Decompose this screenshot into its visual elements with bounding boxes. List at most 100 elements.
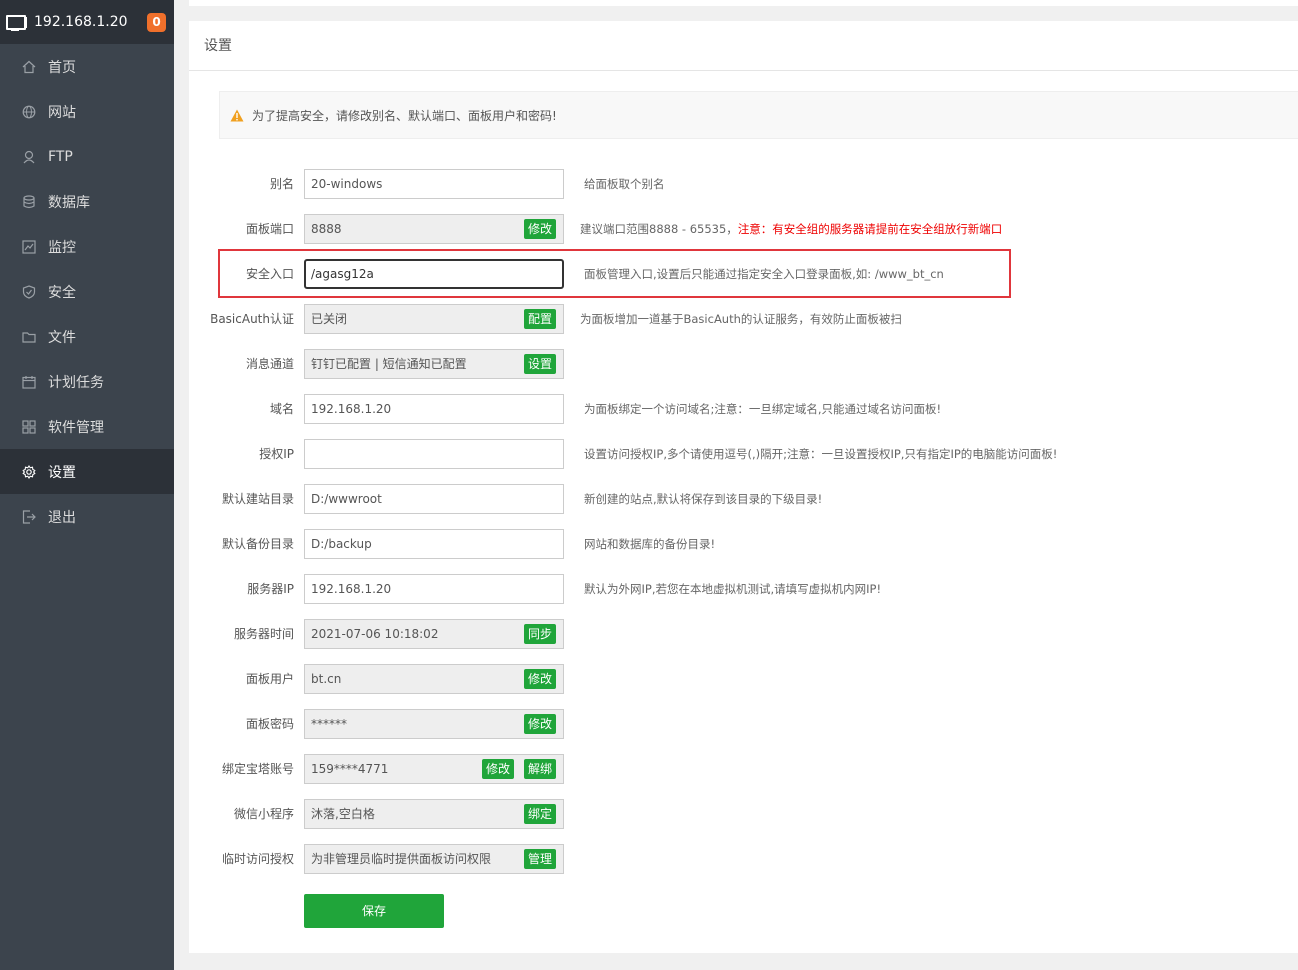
- sidebar-item-label: 监控: [48, 239, 76, 256]
- sidebar-item-label: 退出: [48, 509, 76, 526]
- server-ip: 192.168.1.20: [34, 14, 128, 30]
- sidebar-item-monitor[interactable]: 监控: [0, 224, 174, 269]
- field-label: 面板端口: [245, 222, 294, 236]
- server-ip-input[interactable]: 192.168.1.20: [304, 574, 564, 604]
- settings-card: 设置 为了提高安全，请修改别名、默认端口、面板用户和密码! 别名 20-wind…: [189, 21, 1298, 953]
- wechat-bind-button[interactable]: 绑定: [524, 804, 557, 824]
- row-server-ip: 服务器IP 192.168.1.20 默认为外网IP,若您在本地虚拟机测试,请填…: [189, 574, 1298, 604]
- sidebar-item-software[interactable]: 软件管理: [0, 404, 174, 449]
- calendar-icon: [22, 375, 36, 389]
- bt-account-unbind-button[interactable]: 解绑: [524, 759, 557, 779]
- domain-input[interactable]: 192.168.1.20: [304, 394, 564, 424]
- field-label: 默认建站目录: [221, 492, 294, 506]
- row-entry: 安全入口 /agasg12a 面板管理入口,设置后只能通过指定安全入口登录面板,…: [189, 259, 1298, 289]
- sidebar-item-cron[interactable]: 计划任务: [0, 359, 174, 404]
- field-label: BasicAuth认证: [210, 312, 294, 326]
- sidebar-item-security[interactable]: 安全: [0, 269, 174, 314]
- port-warning: 注意：有安全组的服务器请提前在安全组放行新端口: [737, 222, 1003, 236]
- security-alert: 为了提高安全，请修改别名、默认端口、面板用户和密码!: [219, 91, 1298, 139]
- field-help: 面板管理入口,设置后只能通过指定安全入口登录面板,如: /www_bt_cn: [584, 267, 944, 281]
- sidebar: 192.168.1.20 0 首页 网站 FTP 数据库 监控 安全 文件 计划…: [0, 0, 174, 970]
- field-help: 建议端口范围8888 - 65535，注意：有安全组的服务器请提前在安全组放行新…: [580, 222, 1003, 236]
- notification-badge[interactable]: 0: [147, 13, 166, 32]
- row-panel-user: 面板用户 bt.cn 修改: [189, 664, 1298, 694]
- row-panel-pass: 面板密码 ****** 修改: [189, 709, 1298, 739]
- bt-account-edit-button[interactable]: 修改: [482, 759, 515, 779]
- sidebar-item-settings[interactable]: 设置: [0, 449, 174, 494]
- field-help: 为面板增加一道基于BasicAuth的认证服务，有效防止面板被扫: [580, 312, 902, 326]
- globe-icon: [22, 105, 36, 119]
- field-label: 授权IP: [259, 447, 294, 461]
- row-temp-auth: 临时访问授权 为非管理员临时提供面板访问权限 管理: [189, 844, 1298, 874]
- row-basicauth: BasicAuth认证 已关闭 配置 为面板增加一道基于BasicAuth的认证…: [189, 304, 1298, 334]
- logout-icon: [22, 509, 36, 524]
- sidebar-item-label: 设置: [48, 464, 76, 481]
- field-label: 面板密码: [245, 717, 294, 731]
- apps-icon: [22, 419, 36, 434]
- field-help: 网站和数据库的备份目录!: [584, 537, 716, 551]
- basicauth-config-button[interactable]: 配置: [524, 309, 557, 329]
- save-button[interactable]: 保存: [304, 894, 444, 928]
- page-title: 设置: [189, 21, 1298, 71]
- sidebar-item-label: 文件: [48, 329, 76, 346]
- sidebar-item-label: 数据库: [48, 194, 90, 211]
- row-message: 消息通道 钉钉已配置 | 短信通知已配置 设置: [189, 349, 1298, 379]
- shield-icon: [22, 284, 36, 299]
- top-card: [189, 0, 1298, 6]
- field-label: 别名: [269, 177, 294, 191]
- field-help: 设置访问授权IP,多个请使用逗号(,)隔开;注意：一旦设置授权IP,只有指定IP…: [584, 447, 1058, 461]
- sidebar-item-database[interactable]: 数据库: [0, 179, 174, 224]
- ftp-icon: [22, 150, 36, 164]
- row-backup-dir: 默认备份目录 D:/backup 网站和数据库的备份目录!: [189, 529, 1298, 559]
- monitor-icon: [6, 14, 28, 30]
- sidebar-item-ftp[interactable]: FTP: [0, 134, 174, 179]
- auth-ip-input[interactable]: [304, 439, 564, 469]
- field-help: 给面板取个别名: [584, 177, 665, 191]
- gear-icon: [22, 464, 36, 479]
- row-bt-account: 绑定宝塔账号 159****4771 修改 解绑: [189, 754, 1298, 784]
- message-settings-button[interactable]: 设置: [524, 354, 557, 374]
- temp-auth-manage-button[interactable]: 管理: [524, 849, 557, 869]
- row-alias: 别名 20-windows 给面板取个别名: [189, 169, 1298, 199]
- field-help: 为面板绑定一个访问域名;注意：一旦绑定域名,只能通过域名访问面板!: [584, 402, 942, 416]
- field-label: 域名: [269, 402, 294, 416]
- sidebar-item-files[interactable]: 文件: [0, 314, 174, 359]
- entry-input[interactable]: /agasg12a: [304, 259, 564, 289]
- port-edit-button[interactable]: 修改: [524, 219, 557, 239]
- panel-pass-edit-button[interactable]: 修改: [524, 714, 557, 734]
- alias-input[interactable]: 20-windows: [304, 169, 564, 199]
- sidebar-item-label: 软件管理: [48, 419, 104, 436]
- alert-text: 为了提高安全，请修改别名、默认端口、面板用户和密码!: [252, 108, 557, 123]
- sidebar-item-label: 首页: [48, 59, 76, 76]
- sidebar-item-label: 安全: [48, 284, 76, 301]
- server-header[interactable]: 192.168.1.20 0: [0, 0, 174, 44]
- sync-time-button[interactable]: 同步: [524, 624, 557, 644]
- sidebar-item-home[interactable]: 首页: [0, 44, 174, 89]
- field-label: 面板用户: [245, 672, 294, 686]
- field-label: 消息通道: [245, 357, 294, 371]
- sidebar-item-label: FTP: [48, 148, 73, 165]
- field-label: 微信小程序: [233, 807, 294, 821]
- site-dir-input[interactable]: D:/wwwroot: [304, 484, 564, 514]
- panel-user-edit-button[interactable]: 修改: [524, 669, 557, 689]
- field-label: 服务器IP: [247, 582, 294, 596]
- folder-icon: [22, 330, 36, 344]
- row-auth-ip: 授权IP 设置访问授权IP,多个请使用逗号(,)隔开;注意：一旦设置授权IP,只…: [189, 439, 1298, 469]
- sidebar-item-label: 计划任务: [48, 374, 104, 391]
- warning-icon: [230, 109, 244, 121]
- field-help: 默认为外网IP,若您在本地虚拟机测试,请填写虚拟机内网IP!: [584, 582, 882, 596]
- field-label: 绑定宝塔账号: [221, 762, 294, 776]
- backup-dir-input[interactable]: D:/backup: [304, 529, 564, 559]
- field-help: 新创建的站点,默认将保存到该目录的下级目录!: [584, 492, 823, 506]
- sidebar-item-logout[interactable]: 退出: [0, 494, 174, 539]
- row-domain: 域名 192.168.1.20 为面板绑定一个访问域名;注意：一旦绑定域名,只能…: [189, 394, 1298, 424]
- field-label: 安全入口: [245, 267, 294, 281]
- field-label: 临时访问授权: [221, 852, 294, 866]
- row-wechat: 微信小程序 沐落,空白格 绑定: [189, 799, 1298, 829]
- field-label: 默认备份目录: [221, 537, 294, 551]
- row-site-dir: 默认建站目录 D:/wwwroot 新创建的站点,默认将保存到该目录的下级目录!: [189, 484, 1298, 514]
- database-icon: [22, 194, 36, 209]
- monitor-icon: [22, 239, 36, 254]
- home-icon: [22, 60, 36, 74]
- sidebar-item-website[interactable]: 网站: [0, 89, 174, 134]
